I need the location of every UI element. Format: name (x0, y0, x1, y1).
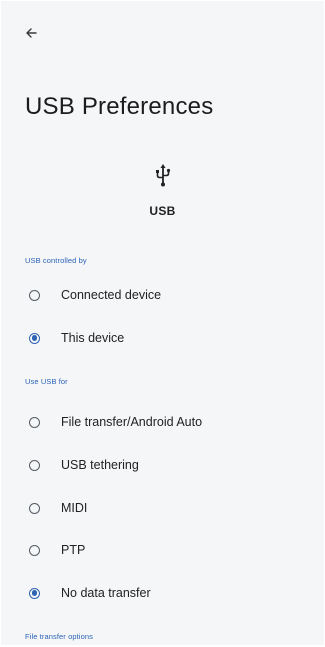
radio-option-ptp[interactable]: PTP (15, 530, 315, 570)
usb-icon (1, 163, 324, 187)
radio-option-label: USB tethering (61, 458, 139, 472)
radio-button[interactable] (29, 289, 40, 301)
page-title: USB Preferences (25, 93, 214, 120)
section-header-usb-controlled-by: USB controlled by (25, 256, 87, 265)
section-header-use-usb-for: Use USB for (25, 377, 68, 386)
radio-option-usb-tethering[interactable]: USB tethering (15, 445, 315, 485)
radio-option-label: No data transfer (61, 586, 151, 600)
radio-button-selected[interactable] (29, 332, 40, 344)
radio-option-label: This device (61, 331, 125, 345)
radio-button-selected[interactable] (29, 587, 40, 599)
section-header-file-transfer-options: File transfer options (25, 632, 93, 641)
radio-button[interactable] (29, 502, 40, 514)
radio-option-label: PTP (61, 543, 86, 557)
usb-label: USB (149, 204, 176, 218)
usb-preferences-screen: USB Preferences USB USB controlled by Co… (1, 1, 324, 645)
radio-option-connected-device[interactable]: Connected device (15, 275, 315, 315)
radio-button[interactable] (29, 459, 40, 471)
arrow-back-icon (25, 27, 37, 39)
radio-option-label: Connected device (61, 288, 162, 302)
back-button[interactable] (13, 15, 49, 51)
radio-option-label: MIDI (61, 501, 88, 515)
radio-option-label: File transfer/Android Auto (61, 415, 203, 429)
radio-button[interactable] (29, 544, 40, 556)
radio-option-no-data-transfer[interactable]: No data transfer (15, 573, 315, 613)
radio-option-file-transfer[interactable]: File transfer/Android Auto (15, 402, 315, 442)
radio-option-this-device[interactable]: This device (15, 318, 315, 358)
radio-option-midi[interactable]: MIDI (15, 488, 315, 528)
radio-button[interactable] (29, 416, 40, 428)
